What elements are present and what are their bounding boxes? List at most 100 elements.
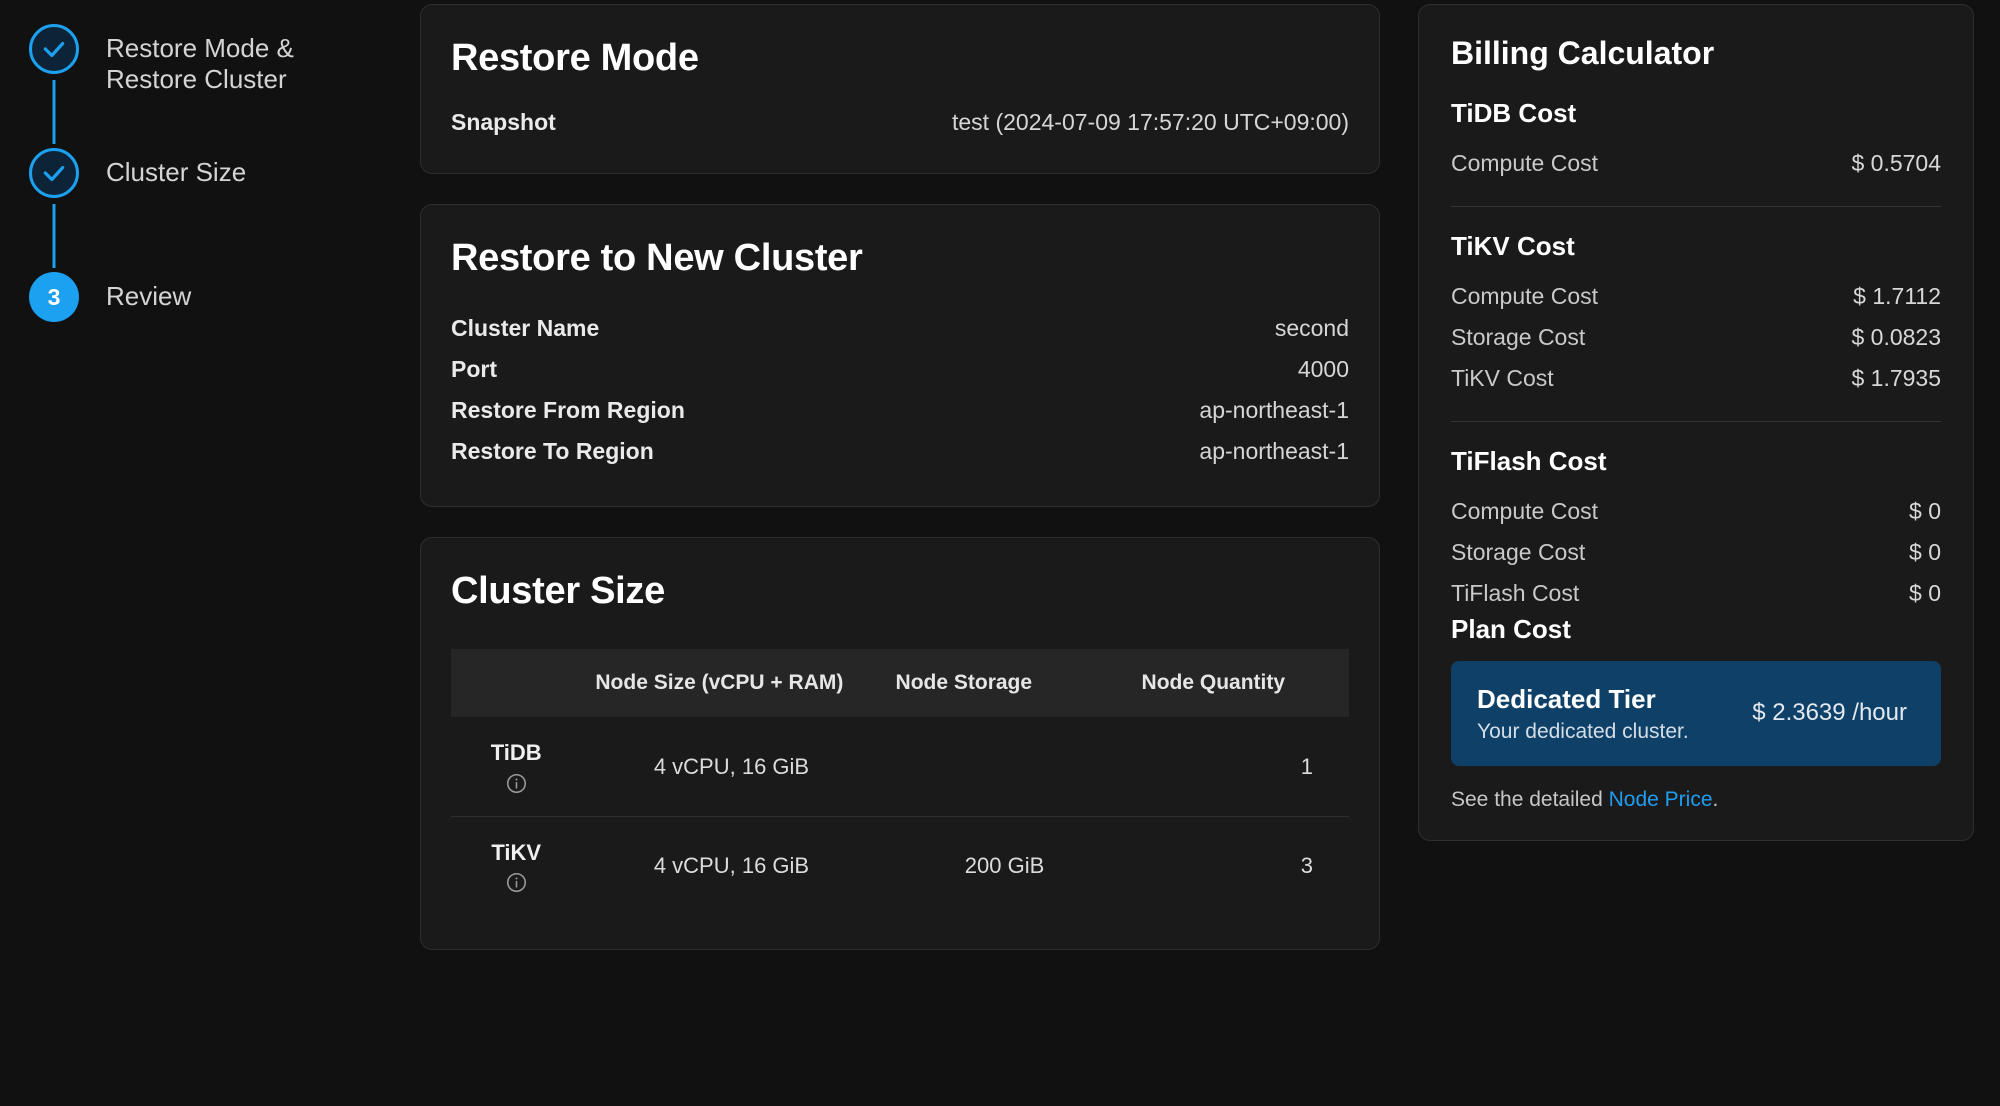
billing-row-label: TiFlash Cost: [1451, 580, 1580, 606]
check-icon: [43, 41, 65, 58]
billing-row: TiFlash Cost $ 0: [1451, 573, 1941, 614]
summary-column: Restore Mode Snapshot test (2024-07-09 1…: [420, 0, 1380, 1106]
stepper-step-label: Restore Mode & Restore Cluster: [106, 33, 294, 94]
detail-value: ap-northeast-1: [1199, 397, 1349, 423]
detail-key: Snapshot: [451, 109, 556, 135]
step-status-circle-active: 3: [29, 272, 79, 322]
panel-title: Cluster Size: [451, 570, 665, 612]
billing-row: Compute Cost $ 0.5704: [1451, 143, 1941, 184]
billing-group-tiflash: TiFlash Cost Compute Cost $ 0 Storage Co…: [1451, 446, 1941, 614]
billing-group-tikv: TiKV Cost Compute Cost $ 1.7112 Storage …: [1451, 231, 1941, 399]
stepper-step-label: Review: [106, 281, 192, 311]
cluster-size-table: Node Size (vCPU + RAM) Node Storage Node…: [451, 649, 1349, 915]
table-row: TiDB 4 vCPU, 16 GiB 1: [451, 717, 1349, 817]
column-header-node-size: Node Size (vCPU + RAM): [581, 649, 882, 718]
node-price-footnote: See the detailed Node Price.: [1451, 788, 1941, 812]
billing-row-amount: $ 0: [1909, 580, 1941, 606]
node-quantity-cell: 3: [1300, 853, 1313, 879]
restore-mode-panel: Restore Mode Snapshot test (2024-07-09 1…: [420, 4, 1380, 174]
cluster-size-panel: Cluster Size Node Size (vCPU + RAM) Node…: [420, 537, 1380, 951]
billing-row-label: Storage Cost: [1451, 539, 1586, 565]
tier-description: Your dedicated cluster.: [1477, 719, 1689, 743]
detail-value: ap-northeast-1: [1199, 438, 1349, 464]
billing-group-tidb: TiDB Cost Compute Cost $ 0.5704: [1451, 98, 1941, 184]
billing-row-label: Storage Cost: [1451, 324, 1586, 350]
tier-name: Dedicated Tier: [1477, 684, 1656, 714]
node-quantity-cell: 1: [1127, 717, 1349, 817]
restore-to-new-cluster-panel: Restore to New Cluster Cluster Name seco…: [420, 204, 1380, 507]
panel-title: Restore Mode: [451, 37, 699, 79]
detail-key: Restore From Region: [451, 397, 685, 423]
billing-row: Storage Cost $ 0: [1451, 532, 1941, 573]
node-price-link[interactable]: Node Price: [1609, 788, 1713, 811]
billing-row-amount: $ 0.0823: [1851, 324, 1941, 350]
step-status-circle-done: [29, 24, 79, 74]
detail-key: Restore To Region: [451, 438, 654, 464]
billing-column: Billing Calculator TiDB Cost Compute Cos…: [1380, 0, 2000, 1106]
node-type-label: TiKV: [491, 839, 542, 865]
billing-group-heading: TiDB Cost: [1451, 98, 1577, 128]
billing-row: TiKV Cost $ 1.7935: [1451, 358, 1941, 399]
step-number: 3: [47, 283, 61, 310]
step-marker: [26, 148, 82, 268]
billing-row-amount: $ 1.7935: [1851, 365, 1941, 391]
divider: [1451, 421, 1941, 422]
node-type-cell: TiKV: [451, 816, 581, 915]
billing-row-label: Compute Cost: [1451, 498, 1599, 524]
billing-row-label: Compute Cost: [1451, 150, 1599, 176]
dedicated-tier-card: Dedicated Tier Your dedicated cluster. $…: [1451, 661, 1941, 766]
detail-value: 4000: [1297, 356, 1349, 382]
detail-row: Cluster Name second: [451, 308, 1349, 349]
billing-row: Storage Cost $ 0.0823: [1451, 317, 1941, 358]
node-size-cell: 4 vCPU, 16 GiB: [653, 853, 810, 879]
review-page: Restore Mode & Restore Cluster Cluster S…: [0, 0, 2000, 1106]
stepper-step-cluster-size[interactable]: Cluster Size: [26, 148, 420, 272]
table-header-row: Node Size (vCPU + RAM) Node Storage Node…: [451, 649, 1349, 718]
footnote-suffix: .: [1712, 787, 1719, 811]
stepper-step-restore-mode[interactable]: Restore Mode & Restore Cluster: [26, 24, 420, 148]
billing-row: Compute Cost $ 0: [1451, 491, 1941, 532]
table-body: TiDB 4 vCPU, 16 GiB 1 TiKV 4 vCPU, 16 Gi…: [451, 717, 1349, 915]
detail-key: Cluster Name: [451, 315, 600, 341]
stepper-step-review[interactable]: 3 Review: [26, 272, 420, 322]
step-connector: [52, 80, 56, 144]
node-storage-cell: [881, 717, 1128, 817]
footnote-prefix: See the detailed: [1451, 787, 1609, 811]
billing-row-amount: $ 0: [1909, 498, 1941, 524]
table-row: TiKV 4 vCPU, 16 GiB 200 GiB 3: [451, 816, 1349, 915]
stepper-step-label: Cluster Size: [106, 157, 247, 187]
billing-title: Billing Calculator: [1451, 35, 1715, 71]
billing-row-label: TiKV Cost: [1451, 365, 1554, 391]
plan-cost-heading: Plan Cost: [1451, 614, 1571, 644]
node-size-cell: 4 vCPU, 16 GiB: [581, 717, 882, 817]
info-icon[interactable]: [506, 773, 527, 794]
divider: [1451, 206, 1941, 207]
node-storage-cell: 200 GiB: [964, 853, 1045, 879]
tier-price: $ 2.3639 /hour: [1752, 699, 1907, 727]
panel-title: Restore to New Cluster: [451, 237, 863, 279]
column-header-node-quantity: Node Quantity: [1127, 649, 1349, 718]
step-marker: [26, 24, 82, 144]
detail-row: Snapshot test (2024-07-09 17:57:20 UTC+0…: [451, 102, 1349, 143]
stepper: Restore Mode & Restore Cluster Cluster S…: [0, 0, 420, 1106]
billing-row-amount: $ 1.7112: [1853, 283, 1941, 309]
info-icon[interactable]: [506, 872, 527, 893]
billing-row: Compute Cost $ 1.7112: [1451, 276, 1941, 317]
billing-row-amount: $ 0.5704: [1851, 150, 1941, 176]
billing-calculator-panel: Billing Calculator TiDB Cost Compute Cos…: [1418, 4, 1974, 841]
table-header: Node Size (vCPU + RAM) Node Storage Node…: [451, 649, 1349, 718]
billing-group-heading: TiKV Cost: [1451, 231, 1575, 261]
detail-value: second: [1274, 315, 1349, 341]
detail-key: Port: [451, 356, 497, 382]
column-header-node-storage: Node Storage: [881, 649, 1128, 718]
detail-row: Port 4000: [451, 349, 1349, 390]
node-type-cell: TiDB: [451, 717, 582, 817]
step-status-circle-done: [29, 148, 79, 198]
check-icon: [43, 165, 65, 182]
node-type-label: TiDB: [490, 740, 542, 766]
step-connector: [52, 204, 56, 268]
billing-row-amount: $ 0: [1909, 539, 1941, 565]
detail-row: Restore From Region ap-northeast-1: [451, 390, 1349, 431]
step-marker: 3: [26, 272, 82, 322]
detail-value: test (2024-07-09 17:57:20 UTC+09:00): [952, 109, 1349, 135]
